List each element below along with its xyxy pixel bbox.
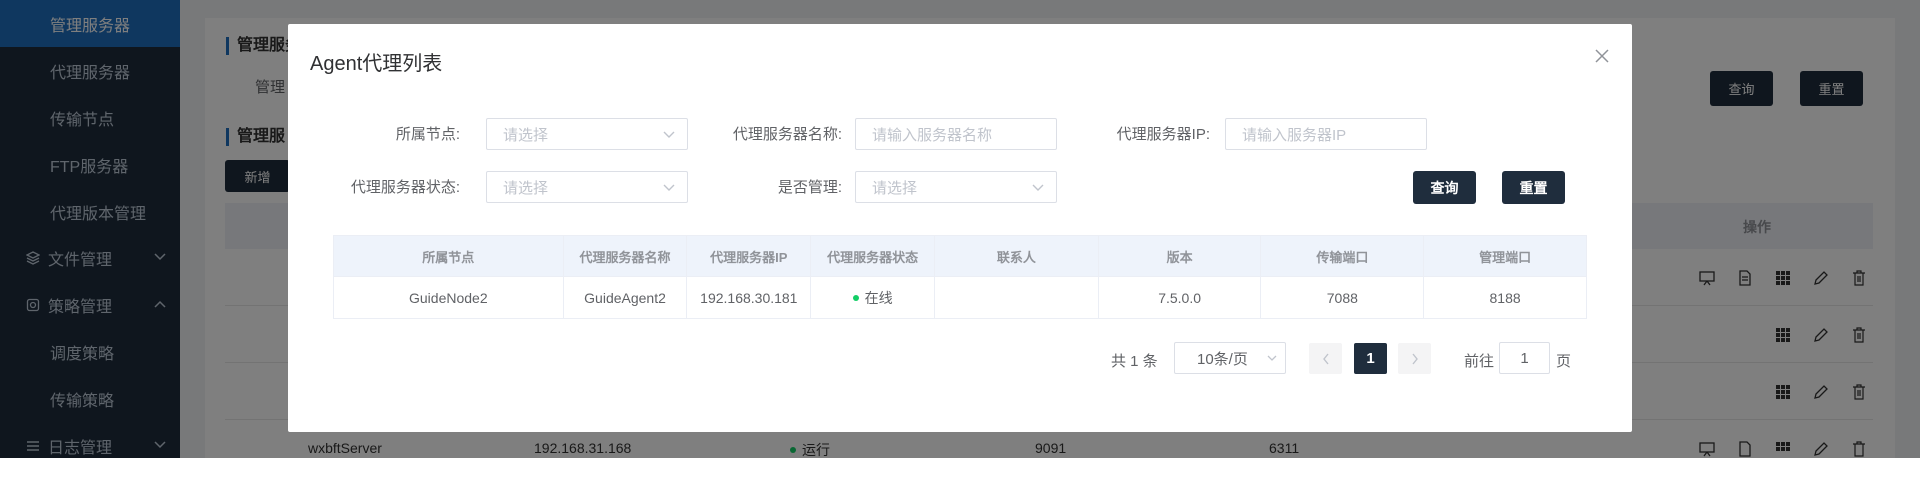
cell-manage-port: 8188	[1489, 289, 1521, 306]
cell-transfer-port: 7088	[1261, 277, 1425, 318]
table-row[interactable]: GuideNode2 GuideAgent2 192.168.30.181 在线…	[334, 277, 1586, 318]
page-size-select[interactable]: 10条/页	[1174, 342, 1286, 374]
ip-input[interactable]: 请输入服务器IP	[1225, 118, 1427, 150]
cell-status: 在线	[811, 277, 936, 318]
dialog-title: Agent代理列表	[310, 53, 443, 75]
agent-list-dialog: Agent代理列表 所属节点: 请选择 代理服务器名称: 请输入服务器名称 代理…	[288, 24, 1632, 432]
cell-version: 7.5.0.0	[1099, 277, 1262, 318]
column-header: 代理服务器状态	[811, 236, 936, 276]
status-label: 代理服务器状态:	[350, 179, 460, 196]
column-header: 传输端口	[1261, 236, 1425, 276]
column-header: 所属节点	[334, 236, 564, 276]
next-page-button[interactable]	[1398, 343, 1431, 374]
agent-table: 所属节点 代理服务器名称 代理服务器IP 代理服务器状态 联系人 版本 传输端口…	[333, 235, 1587, 319]
column-header: 管理端口	[1479, 249, 1532, 265]
table-header: 所属节点 代理服务器名称 代理服务器IP 代理服务器状态 联系人 版本 传输端口…	[334, 236, 1586, 277]
cell-name: GuideAgent2	[564, 277, 688, 318]
chevron-down-icon	[663, 181, 675, 193]
node-label: 所属节点:	[395, 126, 460, 143]
current-page[interactable]: 1	[1354, 343, 1387, 374]
cell-node: GuideNode2	[334, 277, 564, 318]
chevron-down-icon	[663, 128, 675, 140]
query-button[interactable]: 查询	[1413, 171, 1476, 204]
column-header: 代理服务器IP	[687, 236, 812, 276]
chevron-down-icon	[1267, 353, 1277, 363]
managed-label: 是否管理:	[777, 179, 842, 196]
prev-page-button[interactable]	[1309, 343, 1342, 374]
page-size-value: 10条/页	[1197, 350, 1248, 368]
ip-input-placeholder: 请输入服务器IP	[1242, 126, 1347, 144]
goto-page-input[interactable]: 1	[1499, 342, 1550, 374]
node-select-placeholder: 请选择	[503, 126, 549, 144]
status-dot	[852, 294, 859, 301]
chevron-left-icon	[1322, 353, 1329, 364]
column-header: 代理服务器名称	[564, 236, 688, 276]
status-select-placeholder: 请选择	[503, 179, 549, 197]
page-suffix: 页	[1556, 353, 1572, 370]
node-select[interactable]: 请选择	[486, 118, 688, 150]
goto-label: 前往	[1464, 353, 1495, 370]
status-select[interactable]: 请选择	[486, 171, 688, 203]
ip-label: 代理服务器IP:	[1116, 126, 1210, 143]
chevron-right-icon	[1411, 353, 1418, 364]
managed-select-placeholder: 请选择	[872, 179, 918, 197]
pagination-total: 共 1 条	[1111, 353, 1158, 370]
name-input-placeholder: 请输入服务器名称	[872, 126, 993, 144]
column-header: 联系人	[935, 236, 1099, 276]
close-icon[interactable]	[1594, 48, 1610, 64]
name-label: 代理服务器名称:	[732, 126, 842, 143]
managed-select[interactable]: 请选择	[855, 171, 1057, 203]
reset-button[interactable]: 重置	[1502, 171, 1565, 204]
status-text: 在线	[864, 289, 893, 306]
column-header: 版本	[1099, 236, 1262, 276]
cell-ip: 192.168.30.181	[687, 277, 812, 318]
name-input[interactable]: 请输入服务器名称	[855, 118, 1057, 150]
cell-contact	[935, 277, 1099, 318]
chevron-down-icon	[1032, 181, 1044, 193]
